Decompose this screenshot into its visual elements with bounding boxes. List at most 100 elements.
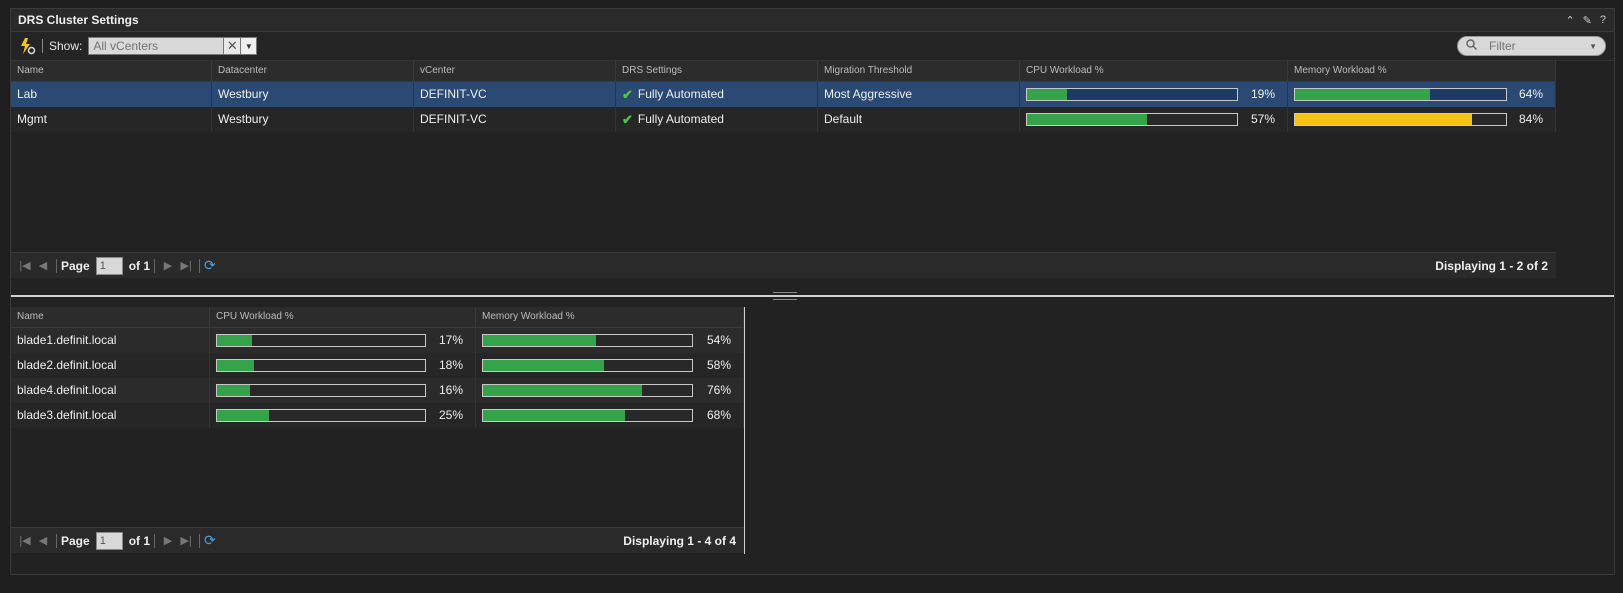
page-number-input[interactable] <box>95 531 123 550</box>
column-header-memory-workload[interactable]: Memory Workload % <box>1288 61 1556 81</box>
host-name-cell: blade1.definit.local <box>11 328 210 353</box>
page-label: Page <box>61 258 90 273</box>
column-header-host-memory-workload[interactable]: Memory Workload % <box>476 307 744 327</box>
first-page-icon[interactable]: |◀ <box>16 534 34 547</box>
cluster-rows: Lab Westbury DEFINIT-VC ✔ Fully Automated Mos… <box>11 82 1556 132</box>
refresh-icon[interactable]: ⟳ <box>204 257 216 274</box>
cluster-name-cell: Mgmt <box>11 107 212 132</box>
prev-page-icon[interactable]: ◀ <box>34 259 52 272</box>
host-name-cell: blade2.definit.local <box>11 353 210 378</box>
last-page-icon[interactable]: ▶| <box>177 534 195 547</box>
table-row[interactable]: Lab Westbury DEFINIT-VC ✔ Fully Automated Mos… <box>11 82 1556 107</box>
cluster-name-cell: Lab <box>11 82 212 107</box>
column-header-name[interactable]: Name <box>11 61 212 81</box>
edit-icon[interactable]: ✎ <box>1583 14 1592 27</box>
display-count: Displaying 1 - 4 of 4 <box>623 533 736 548</box>
chevron-down-icon[interactable]: ▼ <box>241 37 258 55</box>
vcenter-cell: DEFINIT-VC <box>414 107 616 132</box>
next-page-icon[interactable]: ▶ <box>159 534 177 547</box>
host-cpu-workload: 16% <box>210 378 476 403</box>
host-memory-workload-value: 58% <box>706 358 731 372</box>
migration-threshold-cell: Default <box>818 107 1020 132</box>
host-memory-workload-bar <box>482 359 693 372</box>
host-name: blade2.definit.local <box>17 358 117 372</box>
memory-workload-bar-fill <box>1295 114 1473 125</box>
last-page-icon[interactable]: ▶| <box>177 259 195 272</box>
host-memory-workload-bar <box>482 334 693 347</box>
host-name-cell: blade4.definit.local <box>11 378 210 403</box>
host-cpu-workload-bar <box>216 359 426 372</box>
checkmark-icon: ✔ <box>622 112 633 127</box>
memory-workload-bar <box>1294 113 1507 126</box>
drs-settings-cell: ✔ Fully Automated <box>616 107 818 132</box>
panel-splitter[interactable] <box>11 292 1614 300</box>
table-row[interactable]: Mgmt Westbury DEFINIT-VC ✔ Fully Automated De… <box>11 107 1556 132</box>
page-count-label: of 1 <box>128 258 151 273</box>
next-page-icon[interactable]: ▶ <box>159 259 177 272</box>
filter-dropdown-icon[interactable]: ▼ <box>1589 42 1597 51</box>
host-grid: Name CPU Workload % Memory Workload % bl… <box>11 307 744 428</box>
cpu-workload: 57% <box>1020 107 1288 132</box>
host-memory-workload: 68% <box>476 403 744 428</box>
refresh-icon[interactable]: ⟳ <box>204 532 216 549</box>
first-page-icon[interactable]: |◀ <box>16 259 34 272</box>
host-pager: |◀ ◀ Page of 1 ▶ ▶| ⟳ Displaying 1 - 4 o… <box>11 527 744 553</box>
host-grid-header: Name CPU Workload % Memory Workload % <box>11 307 744 328</box>
cluster-grid: Name Datacenter vCenter DRS Settings Mig… <box>11 61 1556 132</box>
cluster-pager: |◀ ◀ Page of 1 ▶ ▶| ⟳ Displaying 1 - 2 o… <box>11 252 1556 278</box>
migration-threshold: Default <box>824 112 863 126</box>
checkmark-icon: ✔ <box>622 87 633 102</box>
column-header-migration-threshold[interactable]: Migration Threshold <box>818 61 1020 81</box>
vcenter-select-input[interactable] <box>88 37 225 55</box>
page-label: Page <box>61 533 90 548</box>
cluster-grid-header: Name Datacenter vCenter DRS Settings Mig… <box>11 61 1556 82</box>
memory-workload: 64% <box>1288 82 1556 107</box>
host-cpu-workload-bar-fill <box>217 360 255 371</box>
filter-input[interactable] <box>1487 38 1581 54</box>
cpu-workload-bar <box>1026 88 1238 101</box>
table-row[interactable]: blade1.definit.local 17% 54% <box>11 328 744 353</box>
vcenter-select[interactable]: ✕ ▼ <box>88 37 258 55</box>
vcenter-name: DEFINIT-VC <box>420 112 487 126</box>
host-name-cell: blade3.definit.local <box>11 403 210 428</box>
host-memory-workload-bar-fill <box>483 335 596 346</box>
prev-page-icon[interactable]: ◀ <box>34 534 52 547</box>
host-name: blade4.definit.local <box>17 383 117 397</box>
column-header-datacenter[interactable]: Datacenter <box>212 61 414 81</box>
table-row[interactable]: blade3.definit.local 25% 68% <box>11 403 744 428</box>
panel-toolbar: Show: ✕ ▼ ▼ <box>11 32 1614 61</box>
panel-tools: ⌃ ✎ ? <box>1565 14 1614 27</box>
host-cpu-workload-bar <box>216 334 426 347</box>
host-memory-workload-bar <box>482 384 693 397</box>
clear-icon[interactable]: ✕ <box>224 37 242 55</box>
table-row[interactable]: blade4.definit.local 16% 76% <box>11 378 744 403</box>
memory-workload: 84% <box>1288 107 1556 132</box>
column-header-drs-settings[interactable]: DRS Settings <box>616 61 818 81</box>
collapse-icon[interactable]: ⌃ <box>1565 14 1574 27</box>
column-header-vcenter[interactable]: vCenter <box>414 61 616 81</box>
column-header-cpu-workload[interactable]: CPU Workload % <box>1020 61 1288 81</box>
drs-settings-cell: ✔ Fully Automated <box>616 82 818 107</box>
lightning-gear-icon[interactable] <box>18 37 36 55</box>
cpu-workload-bar <box>1026 113 1238 126</box>
memory-workload-value: 64% <box>1518 87 1543 101</box>
host-memory-workload: 54% <box>476 328 744 353</box>
host-cpu-workload-value: 18% <box>438 358 463 372</box>
host-cpu-workload-bar-fill <box>217 385 251 396</box>
drs-setting: Fully Automated <box>637 112 724 126</box>
host-memory-workload-bar-fill <box>483 410 626 421</box>
migration-threshold-cell: Most Aggressive <box>818 82 1020 107</box>
filter-field[interactable]: ▼ <box>1457 36 1606 56</box>
cluster-name: Mgmt <box>17 112 47 126</box>
help-icon[interactable]: ? <box>1600 14 1606 27</box>
page-number-input[interactable] <box>95 256 123 275</box>
pager-separator <box>56 533 57 548</box>
drs-cluster-settings-panel: DRS Cluster Settings ⌃ ✎ ? Show: ✕ ▼ ▼ N… <box>10 8 1615 575</box>
table-row[interactable]: blade2.definit.local 18% 58% <box>11 353 744 378</box>
panel-title: DRS Cluster Settings <box>18 13 139 27</box>
splitter-grip-icon[interactable] <box>773 292 797 300</box>
column-header-host-cpu-workload[interactable]: CPU Workload % <box>210 307 476 327</box>
vcenter-cell: DEFINIT-VC <box>414 82 616 107</box>
column-header-host-name[interactable]: Name <box>11 307 210 327</box>
cluster-name: Lab <box>17 87 38 101</box>
